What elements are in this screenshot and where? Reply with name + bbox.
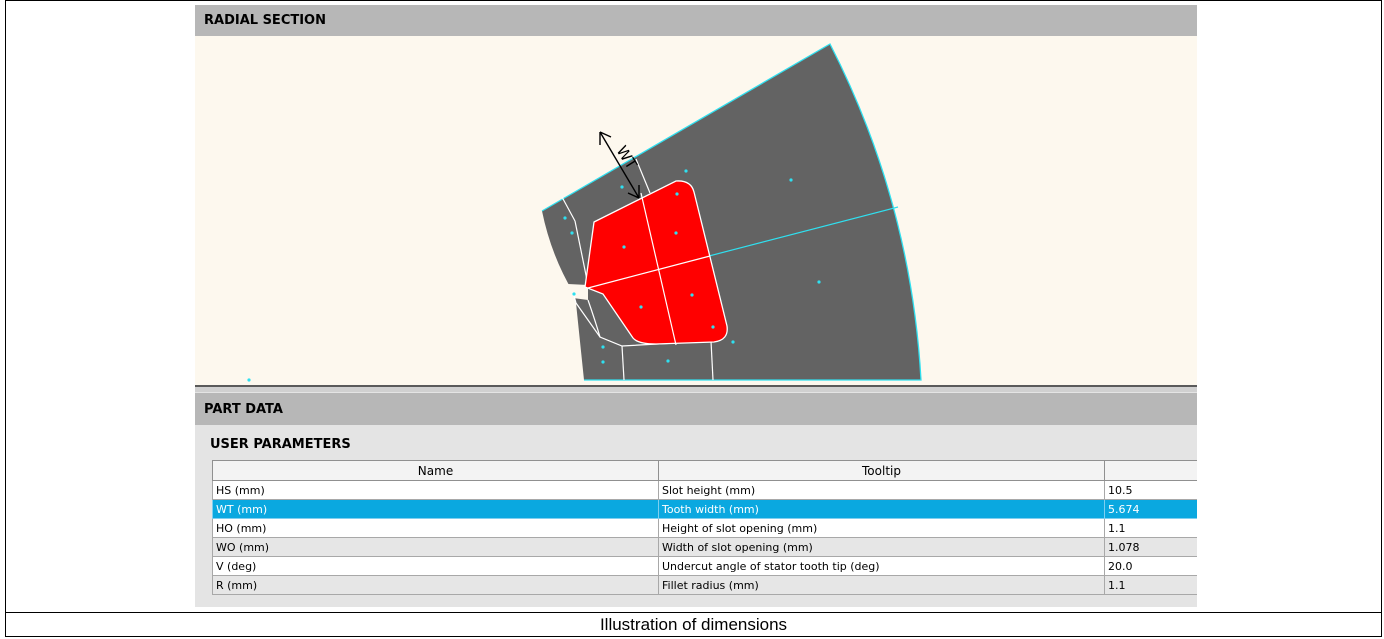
parameter-tooltip[interactable]: Tooth width (mm) <box>658 499 1105 519</box>
parameter-value[interactable]: 20.0 <box>1104 556 1197 576</box>
column-header-tooltip[interactable]: Tooltip <box>658 460 1105 481</box>
column-header-name[interactable]: Name <box>212 460 659 481</box>
figure-caption: Illustration of dimensions <box>599 615 788 634</box>
parameter-value[interactable]: 1.078 <box>1104 537 1197 557</box>
parameter-name[interactable]: V (deg) <box>212 556 659 576</box>
radial-section-canvas[interactable]: WT <box>195 36 1197 385</box>
column-header-value[interactable] <box>1104 460 1197 481</box>
caption-separator <box>5 612 1382 613</box>
parameter-value[interactable]: 5.674 <box>1104 499 1197 519</box>
panel-splitter[interactable] <box>195 385 1197 392</box>
parameter-tooltip[interactable]: Fillet radius (mm) <box>658 575 1105 595</box>
part-data-header: PART DATA <box>195 393 1197 425</box>
parameter-tooltip[interactable]: Undercut angle of stator tooth tip (deg) <box>658 556 1105 576</box>
parameter-name[interactable]: WT (mm) <box>212 499 659 519</box>
parameter-value[interactable]: 1.1 <box>1104 575 1197 595</box>
radial-section-drawing[interactable]: WT <box>195 36 1197 385</box>
radial-section-header: RADIAL SECTION <box>195 5 1197 36</box>
table-row[interactable]: HO (mm) Height of slot opening (mm) 1.1 <box>212 518 1197 538</box>
parameter-name[interactable]: R (mm) <box>212 575 659 595</box>
parameter-tooltip[interactable]: Height of slot opening (mm) <box>658 518 1105 538</box>
table-row[interactable]: HS (mm) Slot height (mm) 10.5 <box>212 480 1197 500</box>
parameter-tooltip[interactable]: Slot height (mm) <box>658 480 1105 500</box>
user-parameters-table: Name Tooltip HS (mm) Slot height (mm) 10… <box>212 460 1197 595</box>
parameter-name[interactable]: WO (mm) <box>212 537 659 557</box>
table-row[interactable]: V (deg) Undercut angle of stator tooth t… <box>212 556 1197 576</box>
user-parameters-title: USER PARAMETERS <box>210 437 351 452</box>
parameter-name[interactable]: HO (mm) <box>212 518 659 538</box>
table-row-selected[interactable]: WT (mm) Tooth width (mm) 5.674 <box>212 499 1197 519</box>
parameter-value[interactable]: 10.5 <box>1104 480 1197 500</box>
parameter-name[interactable]: HS (mm) <box>212 480 659 500</box>
parameter-tooltip[interactable]: Width of slot opening (mm) <box>658 537 1105 557</box>
table-row[interactable]: WO (mm) Width of slot opening (mm) 1.078 <box>212 537 1197 557</box>
parameter-value[interactable]: 1.1 <box>1104 518 1197 538</box>
table-header-row: Name Tooltip <box>212 460 1197 481</box>
table-row[interactable]: R (mm) Fillet radius (mm) 1.1 <box>212 575 1197 595</box>
application-window: RADIAL SECTION WT PART DATA USER PARAMET… <box>195 5 1197 607</box>
stator-sector[interactable] <box>542 44 921 380</box>
